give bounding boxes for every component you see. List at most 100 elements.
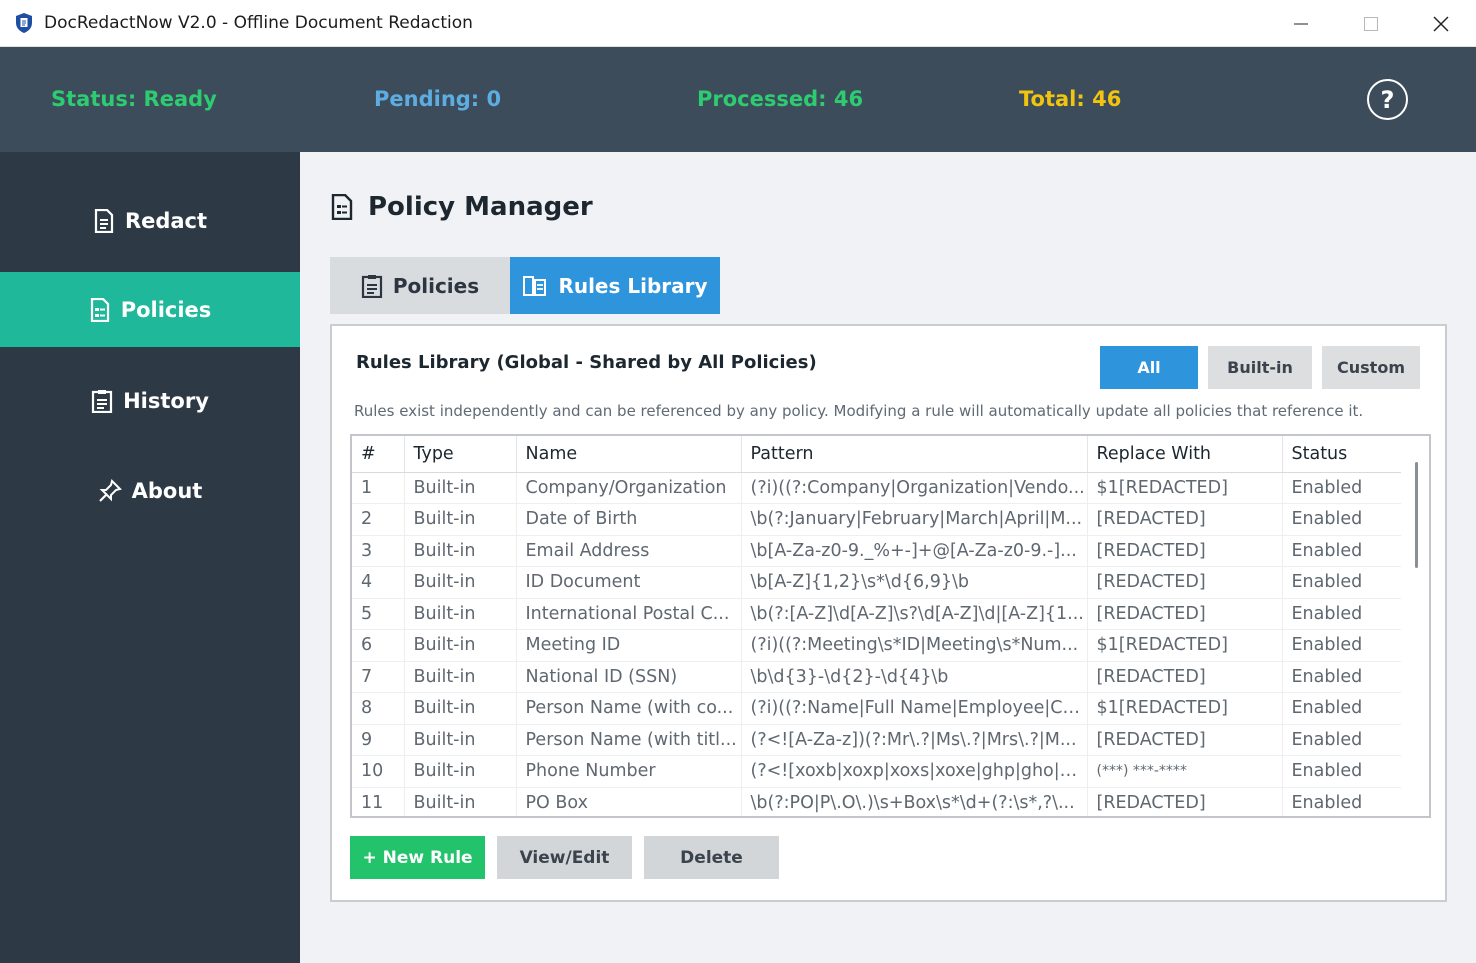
cell-type: Built-in (404, 566, 517, 599)
cell-number: 6 (352, 629, 405, 662)
cell-type: Built-in (404, 472, 517, 504)
cell-type: Built-in (404, 535, 517, 567)
rules-library-panel: Rules Library (Global - Shared by All Po… (330, 324, 1447, 902)
cell-type: Built-in (404, 724, 517, 756)
cell-type: Built-in (404, 692, 517, 725)
tab-policies[interactable]: Policies (330, 257, 510, 314)
filter-custom-button[interactable]: Custom (1322, 346, 1420, 389)
table-row[interactable]: 4 Built-in ID Document \b[A-Z]{1,2}\s*\d… (352, 566, 1405, 599)
sidebar-item-history[interactable]: History (0, 363, 300, 438)
total-count-label: Total: 46 (1019, 87, 1122, 111)
new-rule-button[interactable]: + New Rule (350, 836, 485, 879)
table-row[interactable]: 7 Built-in National ID (SSN) \b\d{3}-\d{… (352, 661, 1405, 693)
table-row[interactable]: 5 Built-in International Postal C... \b(… (352, 598, 1405, 630)
cell-name: Phone Number (516, 755, 742, 788)
column-header-name[interactable]: Name (516, 436, 742, 473)
cell-number: 3 (352, 535, 405, 567)
minimize-icon (1294, 23, 1308, 24)
cell-pattern: (?i)((?:Meeting\s*ID|Meeting\s*Num... (741, 629, 1088, 662)
table-scrollbar-track[interactable] (1401, 436, 1429, 816)
help-button[interactable]: ? (1367, 79, 1408, 120)
table-row[interactable]: 10 Built-in Phone Number (?<![xoxb|xoxp|… (352, 755, 1405, 788)
page-title: Policy Manager (330, 192, 593, 222)
close-icon (1433, 16, 1449, 31)
column-header-status[interactable]: Status (1282, 436, 1405, 473)
cell-pattern: \b(?:PO|P\.O\.)\s+Box\s*\d+(?:\s*,?\... (741, 787, 1088, 816)
table-row[interactable]: 9 Built-in Person Name (with titl... (?<… (352, 724, 1405, 756)
sidebar-item-label: About (131, 478, 203, 503)
table-row[interactable]: 2 Built-in Date of Birth \b(?:January|Fe… (352, 503, 1405, 536)
close-button[interactable] (1406, 0, 1476, 47)
sidebar: Redact Policies History About (0, 152, 300, 963)
cell-status: Enabled (1282, 787, 1405, 816)
books-icon (522, 274, 548, 298)
cell-replace-with: [REDACTED] (1087, 566, 1283, 599)
cell-number: 11 (352, 787, 405, 816)
column-header-type[interactable]: Type (404, 436, 517, 473)
cell-replace-with: [REDACTED] (1087, 787, 1283, 816)
view-edit-button[interactable]: View/Edit (497, 836, 632, 879)
minimize-button[interactable] (1266, 0, 1336, 47)
delete-button[interactable]: Delete (644, 836, 779, 879)
cell-replace-with: [REDACTED] (1087, 724, 1283, 756)
policy-manager-icon (330, 194, 354, 220)
cell-name: PO Box (516, 787, 742, 816)
cell-status: Enabled (1282, 472, 1405, 504)
title-bar: DocRedactNow V2.0 - Offline Document Red… (0, 0, 1476, 47)
cell-replace-with: (***) ***-**** (1087, 755, 1283, 788)
table-row[interactable]: 8 Built-in Person Name (with co... (?i)(… (352, 692, 1405, 725)
cell-status: Enabled (1282, 724, 1405, 756)
cell-name: Meeting ID (516, 629, 742, 662)
column-header-pattern[interactable]: Pattern (741, 436, 1088, 473)
cell-pattern: (?i)((?:Name|Full Name|Employee|Co... (741, 692, 1088, 725)
sidebar-item-redact[interactable]: Redact (0, 183, 300, 258)
cell-pattern: \b\d{3}-\d{2}-\d{4}\b (741, 661, 1088, 693)
cell-name: Person Name (with titl... (516, 724, 742, 756)
table-row[interactable]: 6 Built-in Meeting ID (?i)((?:Meeting\s*… (352, 629, 1405, 662)
tab-label: Policies (392, 273, 480, 298)
cell-status: Enabled (1282, 535, 1405, 567)
cell-number: 1 (352, 472, 405, 504)
pending-count-label: Pending: 0 (374, 87, 502, 111)
cell-type: Built-in (404, 503, 517, 536)
cell-pattern: \b(?:[A-Z]\d[A-Z]\s?\d[A-Z]\d|[A-Z]{1... (741, 598, 1088, 630)
document-icon (93, 208, 115, 233)
help-icon: ? (1380, 85, 1395, 114)
column-header-replace-with[interactable]: Replace With (1087, 436, 1283, 473)
table-row[interactable]: 11 Built-in PO Box \b(?:PO|P\.O\.)\s+Box… (352, 787, 1405, 816)
policy-icon (89, 297, 111, 322)
table-row[interactable]: 3 Built-in Email Address \b[A-Za-z0-9._%… (352, 535, 1405, 567)
table-scrollbar-thumb[interactable] (1415, 462, 1418, 568)
filter-all-button[interactable]: All (1100, 346, 1198, 389)
cell-replace-with: $1[REDACTED] (1087, 692, 1283, 725)
cell-name: Date of Birth (516, 503, 742, 536)
processed-count-label: Processed: 46 (697, 87, 864, 111)
cell-name: Email Address (516, 535, 742, 567)
sidebar-item-about[interactable]: About (0, 453, 300, 528)
cell-replace-with: $1[REDACTED] (1087, 629, 1283, 662)
cell-status: Enabled (1282, 503, 1405, 536)
cell-number: 7 (352, 661, 405, 693)
cell-pattern: (?<![A-Za-z])(?:Mr\.?|Ms\.?|Mrs\.?|M... (741, 724, 1088, 756)
cell-name: National ID (SSN) (516, 661, 742, 693)
maximize-button[interactable] (1336, 0, 1406, 47)
table-row[interactable]: 1 Built-in Company/Organization (?i)((?:… (352, 472, 1405, 504)
cell-status: Enabled (1282, 566, 1405, 599)
sidebar-item-label: Policies (120, 297, 212, 322)
column-header-number[interactable]: # (352, 436, 405, 473)
cell-pattern: (?<![xoxb|xoxp|xoxs|xoxe|ghp|gho|g... (741, 755, 1088, 788)
table-header-row: # Type Name Pattern Replace With Status (352, 436, 1405, 473)
cell-name: Person Name (with co... (516, 692, 742, 725)
cell-number: 4 (352, 566, 405, 599)
status-bar: Status: Ready Pending: 0 Processed: 46 T… (0, 47, 1476, 152)
tab-rules-library[interactable]: Rules Library (510, 257, 720, 314)
sidebar-item-policies[interactable]: Policies (0, 272, 300, 347)
page-title-text: Policy Manager (368, 192, 593, 222)
cell-type: Built-in (404, 787, 517, 816)
status-ready-label: Status: Ready (51, 87, 217, 111)
cell-number: 2 (352, 503, 405, 536)
cell-status: Enabled (1282, 755, 1405, 788)
cell-number: 9 (352, 724, 405, 756)
filter-built-in-button[interactable]: Built-in (1208, 346, 1312, 389)
cell-name: Company/Organization (516, 472, 742, 504)
